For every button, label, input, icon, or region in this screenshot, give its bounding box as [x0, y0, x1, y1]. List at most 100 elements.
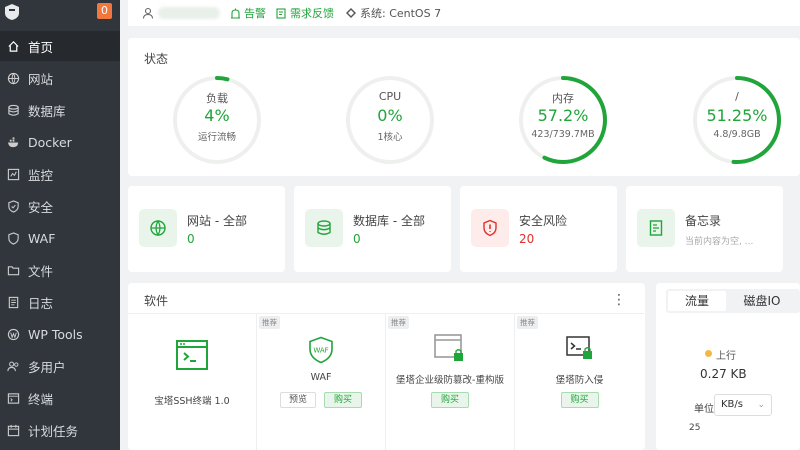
globe-icon — [6, 71, 20, 85]
sidebar: 0 首页 网站 数据库 Docker 监控 安全 WAF 文件 日志 WP To… — [0, 0, 120, 450]
sidebar-item-label: 文件 — [28, 263, 54, 279]
sidebar-item-cron[interactable]: 计划任务 — [0, 415, 120, 445]
memo-note: 当前内容为空, ... — [685, 237, 754, 247]
alert-link[interactable]: 告警 — [230, 5, 266, 21]
software-title: 软件 — [144, 294, 169, 308]
sidebar-item-security[interactable]: 安全 — [0, 191, 120, 221]
centos-icon — [346, 8, 356, 18]
gauge-value: 57.2% — [537, 106, 589, 125]
feedback-icon — [276, 7, 286, 19]
card-websites[interactable]: 网站 - 全部 0 — [128, 186, 285, 272]
sidebar-item-website[interactable]: 网站 — [0, 63, 120, 93]
feedback-label: 需求反馈 — [290, 7, 334, 20]
sidebar-item-label: 网站 — [28, 71, 54, 87]
recommend-tag: 推荐 — [259, 316, 280, 329]
waf-icon — [6, 231, 20, 245]
card-security-risk[interactable]: 安全风险 20 — [460, 186, 617, 272]
software-item[interactable]: 推荐 WAF WAF 预览 购买 — [257, 313, 386, 450]
sidebar-item-label: WP Tools — [28, 326, 83, 342]
software-actions: 购买 — [386, 392, 514, 408]
card-title: 数据库 - 全部 — [353, 214, 425, 228]
sidebar-item-files[interactable]: 文件 — [0, 255, 120, 285]
gauge-value: 0% — [377, 106, 403, 125]
sidebar-item-monitor[interactable]: 监控 — [0, 159, 120, 189]
sidebar-item-label: 首页 — [28, 39, 54, 55]
database-icon — [6, 103, 20, 117]
bt-logo-icon — [5, 4, 19, 20]
card-title: 网站 - 全部 — [187, 214, 247, 228]
more-menu-icon[interactable]: ⋮ — [612, 292, 626, 308]
home-icon — [6, 39, 20, 53]
software-item[interactable]: 推荐 堡塔企业级防篡改-重构版 购买 — [386, 313, 515, 450]
buy-button[interactable]: 购买 — [324, 392, 362, 408]
traffic-panel: 流量 磁盘IO 上行 0.27 KB 单位 KB/s ⌄ 25 — [656, 283, 800, 450]
traffic-tabs: 流量 磁盘IO — [666, 289, 800, 313]
sidebar-item-label: 终端 — [28, 391, 54, 407]
buy-button[interactable]: 购买 — [431, 392, 469, 408]
sidebar-item-logs[interactable]: 日志 — [0, 287, 120, 317]
users-icon — [6, 359, 20, 373]
status-title: 状态 — [144, 52, 169, 66]
buy-button[interactable]: 购买 — [560, 392, 599, 408]
software-item[interactable]: 宝塔SSH终端 1.0 — [128, 313, 257, 450]
notification-badge[interactable]: 0 — [97, 3, 112, 19]
software-item[interactable]: 推荐 堡塔防入侵 购买 — [515, 313, 644, 450]
sidebar-item-multi-user[interactable]: 多用户 — [0, 351, 120, 381]
gauge-value: 51.25% — [706, 106, 768, 125]
tab-disk-io[interactable]: 磁盘IO — [726, 289, 798, 313]
monitor-icon — [6, 167, 20, 181]
feedback-link[interactable]: 需求反馈 — [276, 5, 334, 21]
user-icon — [142, 7, 154, 19]
folder-icon — [6, 263, 20, 277]
upstream-legend-dot — [705, 350, 712, 357]
system-label: 系统: CentOS 7 — [360, 7, 442, 20]
sidebar-item-docker[interactable]: Docker — [0, 127, 120, 157]
sidebar-item-home[interactable]: 首页 — [0, 31, 120, 61]
top-bar: 告警 需求反馈 系统: CentOS 7 — [128, 0, 800, 26]
card-title: 备忘录 — [685, 214, 722, 228]
software-name: WAF — [310, 372, 332, 383]
sidebar-item-waf[interactable]: WAF — [0, 223, 120, 253]
card-memo[interactable]: 备忘录 当前内容为空, ... — [626, 186, 783, 272]
sidebar-item-terminal[interactable]: 终端 — [0, 383, 120, 413]
gauge-memory[interactable]: 内存 57.2% 423/739.7MB — [516, 73, 610, 167]
preview-button[interactable]: 预览 — [280, 392, 316, 408]
gauge-sub: 4.8/9.8GB — [713, 129, 761, 140]
risk-shield-icon — [471, 209, 509, 247]
card-value[interactable]: 0 — [187, 232, 195, 246]
gauge-sub: 1核心 — [377, 132, 403, 143]
recommend-tag: 推荐 — [388, 316, 409, 329]
sidebar-item-label: WAF — [28, 230, 56, 246]
gauge-cpu[interactable]: CPU 0% 1核心 — [343, 73, 437, 167]
unit-select[interactable]: KB/s ⌄ — [714, 394, 772, 416]
card-value[interactable]: 0 — [353, 232, 361, 246]
upstream-label: 上行 — [716, 351, 736, 362]
software-actions: 购买 — [515, 392, 644, 408]
gauge-sub: 运行流畅 — [197, 132, 236, 143]
gauge-label: / — [735, 90, 739, 103]
terminal-icon — [6, 391, 20, 405]
svg-text:WAF: WAF — [313, 347, 328, 355]
intrusion-guard-icon — [515, 336, 644, 362]
gauge-disk[interactable]: / 51.25% 4.8/9.8GB — [690, 73, 784, 167]
alert-icon — [231, 8, 240, 19]
sidebar-item-wp-tools[interactable]: WP Tools — [0, 319, 120, 349]
gauge-value: 4% — [204, 106, 230, 125]
status-panel: 状态 负载 4% 运行流畅 CPU 0% 1核心 内存 57.2% 423/73… — [128, 38, 800, 176]
card-value[interactable]: 20 — [519, 232, 534, 246]
memo-icon — [637, 209, 675, 247]
sidebar-header: 0 — [0, 0, 120, 30]
waf-shield-icon: WAF — [257, 336, 385, 364]
software-panel: 软件 ⋮ 宝塔SSH终端 1.0 推荐 WAF WAF 预览 购买 推荐 堡塔企… — [128, 283, 645, 450]
wordpress-icon — [6, 327, 20, 341]
sidebar-item-label: 安全 — [28, 199, 54, 215]
shield-icon — [6, 199, 20, 213]
sidebar-item-label: 计划任务 — [28, 423, 79, 439]
tab-traffic[interactable]: 流量 — [668, 291, 726, 311]
gauge-sub: 423/739.7MB — [531, 129, 595, 140]
card-databases[interactable]: 数据库 - 全部 0 — [294, 186, 451, 272]
software-actions: 预览 购买 — [257, 392, 385, 408]
system-info: 系统: CentOS 7 — [346, 5, 441, 21]
gauge-load[interactable]: 负载 4% 运行流畅 — [170, 73, 264, 167]
sidebar-item-database[interactable]: 数据库 — [0, 95, 120, 125]
